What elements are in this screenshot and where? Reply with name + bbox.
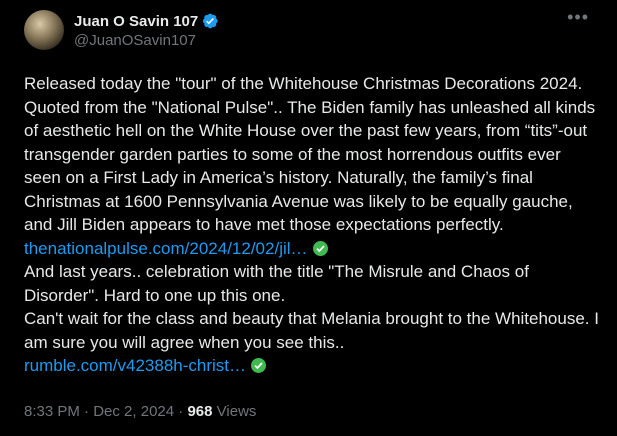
author-info: Juan O Savin 107 @JuanOSavin107 xyxy=(74,12,219,49)
tweet-text-part: Released today the "tour" of the Whiteho… xyxy=(24,74,596,234)
tweet: Juan O Savin 107 @JuanOSavin107 ••• Rele… xyxy=(0,0,617,436)
link-check-icon xyxy=(251,358,267,373)
views-label: Views xyxy=(216,402,257,420)
tweet-meta: 8:33 PM · Dec 2, 2024 · 968 Views xyxy=(24,403,601,420)
more-options-icon[interactable]: ••• xyxy=(567,8,589,26)
link-rumble[interactable]: rumble.com/v42388h-christ… xyxy=(24,356,246,375)
tweet-time[interactable]: 8:33 PM xyxy=(24,403,80,420)
verified-badge-icon xyxy=(203,13,218,29)
meta-separator: · xyxy=(174,402,188,420)
meta-separator: · xyxy=(79,402,94,420)
tweet-text: Released today the "tour" of the Whiteho… xyxy=(24,72,599,378)
handle[interactable]: @JuanOSavin107 xyxy=(74,32,219,49)
tweet-paragraph: Released today the "tour" of the Whiteho… xyxy=(24,72,599,260)
display-name[interactable]: Juan O Savin 107 xyxy=(74,13,198,30)
tweet-paragraph: And last years.. celebration with the ti… xyxy=(24,262,529,305)
avatar[interactable] xyxy=(24,10,64,50)
tweet-date[interactable]: Dec 2, 2024 xyxy=(93,403,174,420)
tweet-paragraph: Can't wait for the class and beauty that… xyxy=(24,309,599,352)
link-check-icon xyxy=(312,240,328,256)
link-nationalpulse[interactable]: thenationalpulse.com/2024/12/02/jil… xyxy=(24,239,308,258)
views-count: 968 xyxy=(187,402,213,420)
tweet-paragraph: rumble.com/v42388h-christ… xyxy=(24,354,599,378)
tweet-header: Juan O Savin 107 @JuanOSavin107 xyxy=(24,8,601,56)
name-row: Juan O Savin 107 xyxy=(74,12,219,30)
